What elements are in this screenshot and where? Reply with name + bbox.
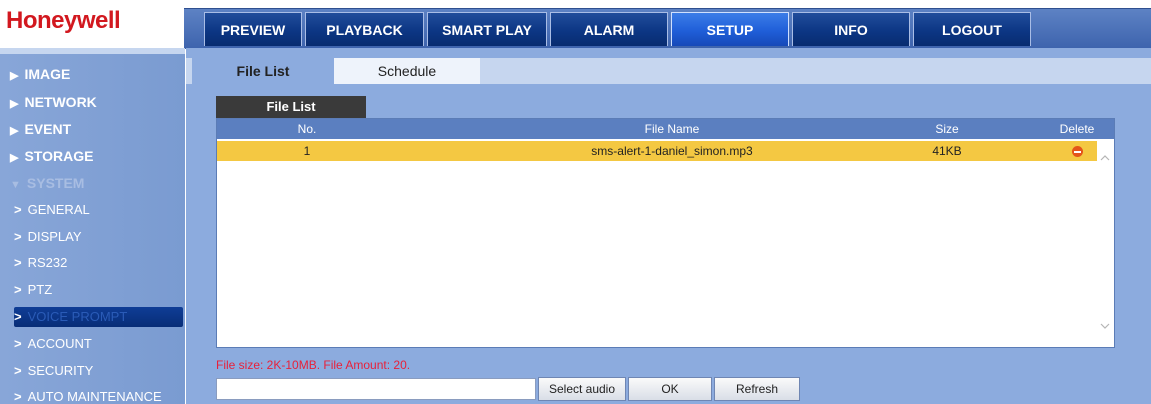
chevron-right-icon: > xyxy=(14,389,22,404)
triangle-down-icon: ▼ xyxy=(10,179,21,191)
row-no: 1 xyxy=(303,144,311,158)
refresh-button[interactable]: Refresh xyxy=(714,377,800,401)
sidebar-item-account[interactable]: > ACCOUNT xyxy=(14,336,189,351)
header-size: Size xyxy=(935,122,959,136)
top-nav-bar: PREVIEW PLAYBACK SMART PLAY ALARM SETUP … xyxy=(184,8,1151,49)
header: Honeywell PREVIEW PLAYBACK SMART PLAY AL… xyxy=(0,0,1151,49)
sidebar-item-label: RS232 xyxy=(27,255,68,270)
nav-tab-smart-play[interactable]: SMART PLAY xyxy=(427,12,547,46)
chevron-right-icon: > xyxy=(14,309,22,324)
sidebar-item-label: GENERAL xyxy=(27,202,90,217)
sidebar-item-label: ACCOUNT xyxy=(27,336,92,351)
sidebar-item-display[interactable]: > DISPLAY xyxy=(14,229,189,244)
sidebar-item-event[interactable]: ▶ EVENT xyxy=(10,121,185,137)
chevron-right-icon: > xyxy=(14,363,22,378)
sidebar-item-label: NETWORK xyxy=(24,94,97,110)
sidebar-item-rs232[interactable]: > RS232 xyxy=(14,255,189,270)
tab-file-list[interactable]: File List xyxy=(192,58,334,84)
sidebar-item-storage[interactable]: ▶ STORAGE xyxy=(10,148,185,164)
audio-path-input[interactable] xyxy=(216,378,536,400)
chevron-right-icon: > xyxy=(14,336,22,351)
sidebar-item-image[interactable]: ▶ IMAGE xyxy=(10,66,185,82)
header-delete: Delete xyxy=(1059,122,1095,136)
sidebar-item-label: EVENT xyxy=(24,121,72,137)
delete-icon[interactable] xyxy=(1071,146,1083,157)
sidebar-item-security[interactable]: > SECURITY xyxy=(14,363,189,378)
sidebar-item-system[interactable]: ▼ SYSTEM xyxy=(10,175,185,191)
sub-tab-bar: File List Schedule xyxy=(186,58,1151,84)
nav-tab-alarm[interactable]: ALARM xyxy=(550,12,668,46)
select-audio-button[interactable]: Select audio xyxy=(538,377,626,401)
sidebar-item-label: PTZ xyxy=(27,282,53,297)
chevron-right-icon: > xyxy=(14,229,22,244)
table-row[interactable]: 1 sms-alert-1-daniel_simon.mp3 41KB xyxy=(217,141,1097,161)
table-header: No. File Name Size Delete xyxy=(217,119,1114,139)
tab-schedule[interactable]: Schedule xyxy=(334,58,480,84)
chevron-right-icon: > xyxy=(14,282,22,297)
nav-tab-playback[interactable]: PLAYBACK xyxy=(305,12,424,46)
chevron-right-icon: > xyxy=(14,255,22,270)
chevron-down-icon[interactable] xyxy=(1100,321,1110,331)
sidebar-item-voice-prompt[interactable]: > VOICE PROMPT xyxy=(14,307,183,327)
triangle-right-icon: ▶ xyxy=(10,98,19,110)
main-content: File List Schedule File List No. File Na… xyxy=(186,48,1151,404)
sidebar-item-label: AUTO MAINTENANCE xyxy=(27,389,162,404)
sidebar-item-label: SECURITY xyxy=(27,363,94,378)
sidebar-item-label: STORAGE xyxy=(24,148,94,164)
sidebar-item-label: IMAGE xyxy=(24,66,71,82)
sidebar-item-ptz[interactable]: > PTZ xyxy=(14,282,189,297)
triangle-right-icon: ▶ xyxy=(10,125,19,137)
chevron-right-icon: > xyxy=(14,202,22,217)
sidebar-item-label: VOICE PROMPT xyxy=(27,309,128,324)
nav-tab-setup[interactable]: SETUP xyxy=(671,12,789,46)
chevron-up-icon[interactable] xyxy=(1100,153,1110,163)
file-table: No. File Name Size Delete 1 sms-alert-1-… xyxy=(216,118,1115,348)
triangle-right-icon: ▶ xyxy=(10,152,19,164)
file-size-note: File size: 2K-10MB. File Amount: 20. xyxy=(216,358,411,372)
sidebar-item-general[interactable]: > GENERAL xyxy=(14,202,189,217)
sidebar-item-network[interactable]: ▶ NETWORK xyxy=(10,94,185,110)
honeywell-logo: Honeywell xyxy=(6,7,121,34)
table-scrollbar[interactable] xyxy=(1097,141,1114,347)
sidebar-item-label: SYSTEM xyxy=(26,175,85,191)
sidebar-item-label: DISPLAY xyxy=(27,229,82,244)
file-list-panel-title: File List xyxy=(216,96,366,118)
ok-button[interactable]: OK xyxy=(628,377,712,401)
row-size: 41KB xyxy=(932,144,962,158)
nav-tab-logout[interactable]: LOGOUT xyxy=(913,12,1031,46)
header-no: No. xyxy=(297,122,317,136)
sidebar-item-auto-maintenance[interactable]: > AUTO MAINTENANCE xyxy=(14,389,189,404)
nav-tab-preview[interactable]: PREVIEW xyxy=(204,12,302,46)
triangle-right-icon: ▶ xyxy=(10,70,19,82)
nav-tab-info[interactable]: INFO xyxy=(792,12,910,46)
sidebar: ▶ IMAGE ▶ NETWORK ▶ EVENT ▶ STORAGE ▼ SYSTEM … xyxy=(0,48,185,404)
